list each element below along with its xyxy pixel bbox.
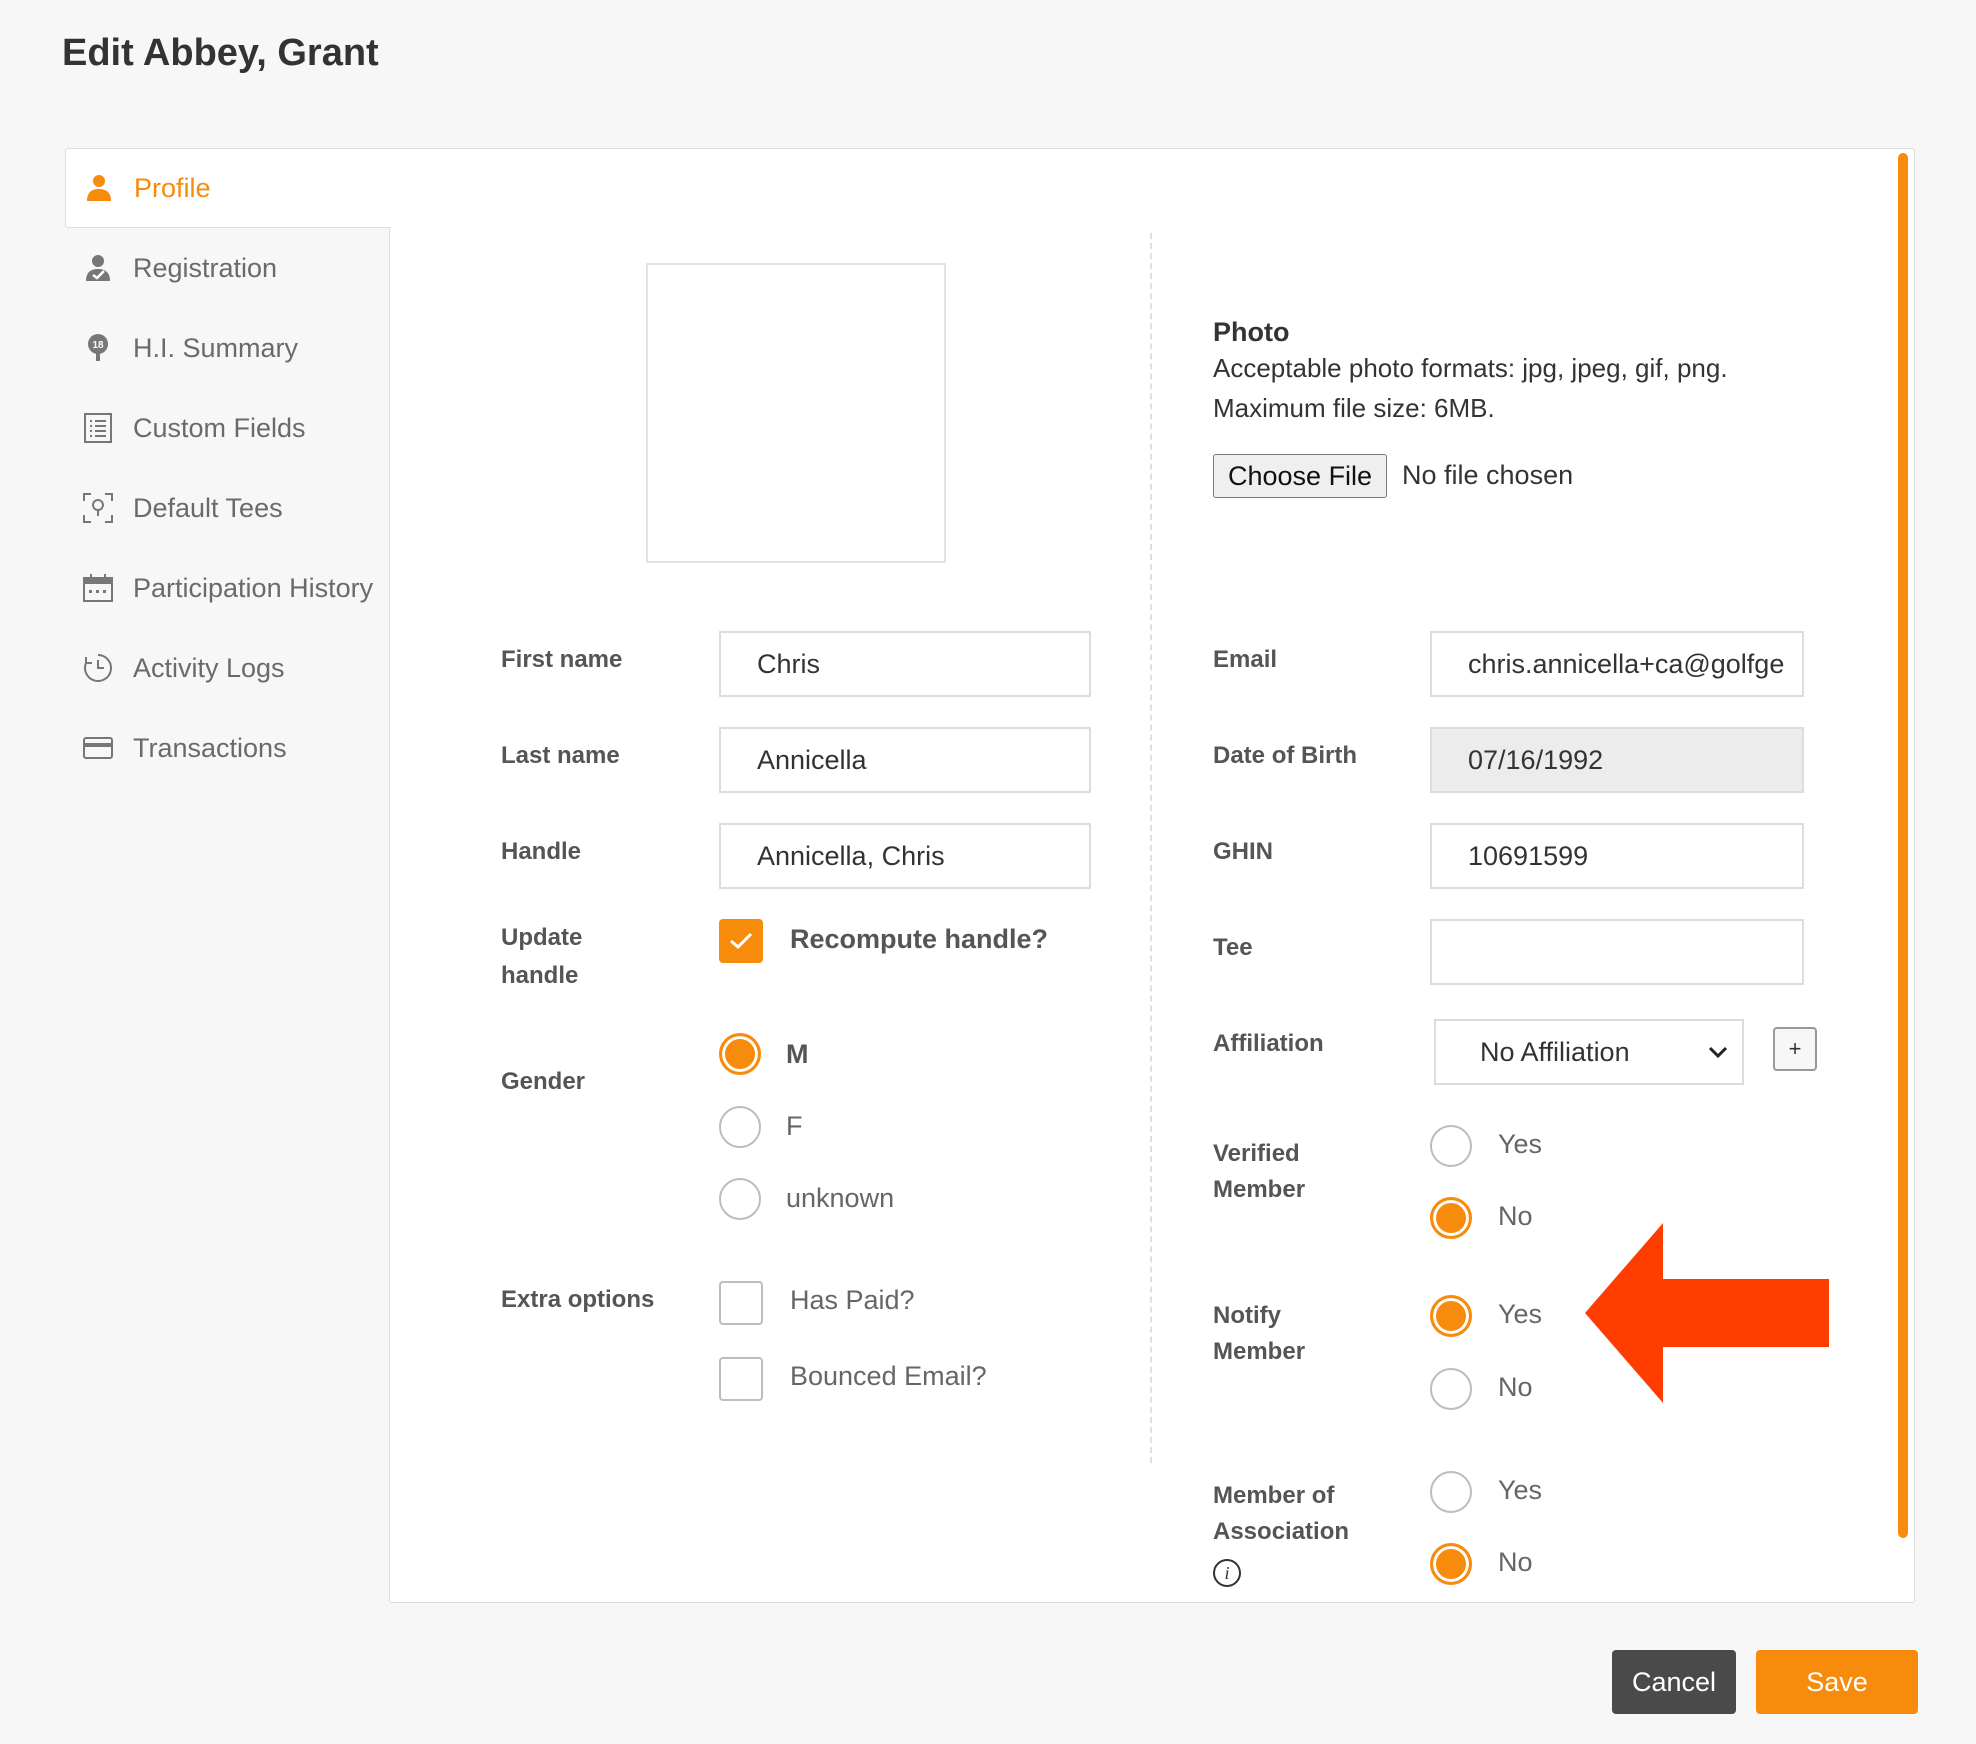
update-handle-label-line1: Update bbox=[501, 924, 583, 951]
user-check-icon bbox=[83, 253, 113, 283]
email-label: Email bbox=[1213, 646, 1278, 673]
notify-member-radio-no[interactable] bbox=[1430, 1368, 1472, 1410]
gender-radio-unknown[interactable] bbox=[719, 1178, 761, 1220]
ghin-label: GHIN bbox=[1213, 838, 1273, 865]
column-divider bbox=[1150, 233, 1152, 1463]
check-icon bbox=[730, 932, 753, 950]
sidebar-item-custom-fields[interactable]: Custom Fields bbox=[65, 388, 390, 468]
gender-option-label: M bbox=[786, 1039, 809, 1069]
tee-input[interactable] bbox=[1430, 919, 1804, 985]
cancel-button[interactable]: Cancel bbox=[1612, 1650, 1736, 1714]
verified-member-yes-label: Yes bbox=[1498, 1129, 1543, 1159]
notify-member-label-line1: Notify bbox=[1213, 1302, 1281, 1329]
sidebar-item-default-tees[interactable]: Default Tees bbox=[65, 468, 390, 548]
dob-label: Date of Birth bbox=[1213, 742, 1357, 769]
tee-label: Tee bbox=[1213, 934, 1253, 961]
recompute-handle-checkbox[interactable] bbox=[719, 919, 763, 963]
page-title: Edit Abbey, Grant bbox=[62, 32, 379, 74]
info-icon[interactable]: i bbox=[1213, 1559, 1241, 1587]
sidebar-item-label: Participation History bbox=[133, 572, 374, 603]
sidebar-item-registration[interactable]: Registration bbox=[65, 228, 390, 308]
golf-ball-icon: 18 bbox=[83, 333, 113, 363]
chevron-down-icon bbox=[1708, 1046, 1728, 1058]
handle-label: Handle bbox=[501, 838, 582, 865]
affiliation-value: No Affiliation bbox=[1480, 1036, 1630, 1067]
sidebar-item-label: Custom Fields bbox=[133, 412, 306, 443]
sidebar-item-transactions[interactable]: Transactions bbox=[65, 708, 390, 788]
sidebar-item-activity-logs[interactable]: Activity Logs bbox=[65, 628, 390, 708]
sidebar-nav: Profile Registration 18 H.I. Summary Cus… bbox=[65, 148, 391, 788]
sidebar-item-label: Profile bbox=[134, 172, 211, 203]
sidebar-item-label: Transactions bbox=[133, 732, 287, 763]
notify-member-radio-yes[interactable] bbox=[1430, 1295, 1472, 1337]
recompute-handle-label: Recompute handle? bbox=[790, 924, 1049, 954]
affiliation-label: Affiliation bbox=[1213, 1030, 1324, 1057]
sidebar-item-profile[interactable]: Profile bbox=[65, 148, 391, 228]
photo-formats-text: Acceptable photo formats: jpg, jpeg, gif… bbox=[1213, 353, 1728, 383]
dob-input[interactable]: 07/16/1992 bbox=[1430, 727, 1804, 793]
verified-member-no-label: No bbox=[1498, 1201, 1533, 1231]
sidebar-item-hi-summary[interactable]: 18 H.I. Summary bbox=[65, 308, 390, 388]
affiliation-select[interactable]: No Affiliation bbox=[1434, 1019, 1744, 1085]
sidebar-item-label: Default Tees bbox=[133, 492, 283, 523]
notify-member-label-line2: Member bbox=[1213, 1338, 1306, 1365]
photo-max-size-text: Maximum file size: 6MB. bbox=[1213, 393, 1495, 423]
verified-member-radio-yes[interactable] bbox=[1430, 1125, 1472, 1167]
gender-radio-m[interactable] bbox=[719, 1033, 761, 1075]
photo-heading: Photo bbox=[1213, 317, 1290, 347]
first-name-label: First name bbox=[501, 646, 623, 673]
verified-member-radio-no[interactable] bbox=[1430, 1197, 1472, 1239]
member-of-association-label-line2: Association bbox=[1213, 1518, 1350, 1545]
association-radio-yes[interactable] bbox=[1430, 1471, 1472, 1513]
bounced-email-label: Bounced Email? bbox=[790, 1361, 987, 1391]
gender-label: Gender bbox=[501, 1068, 586, 1095]
verified-member-label-line2: Member bbox=[1213, 1176, 1306, 1203]
email-input[interactable]: chris.annicella+ca@golfge bbox=[1430, 631, 1804, 697]
gender-option-label: F bbox=[786, 1111, 803, 1141]
photo-preview bbox=[646, 263, 946, 563]
update-handle-label-line2: handle bbox=[501, 962, 579, 989]
sidebar-item-label: Registration bbox=[133, 252, 278, 283]
file-status: No file chosen bbox=[1402, 460, 1574, 490]
first-name-input[interactable]: Chris bbox=[719, 631, 1091, 697]
choose-file-button[interactable]: Choose File bbox=[1213, 454, 1388, 498]
association-yes-label: Yes bbox=[1498, 1475, 1543, 1505]
scrollbar[interactable] bbox=[1898, 153, 1908, 1538]
calendar-icon bbox=[83, 573, 113, 603]
sidebar-item-label: H.I. Summary bbox=[133, 332, 299, 363]
clock-icon bbox=[83, 653, 113, 683]
has-paid-label: Has Paid? bbox=[790, 1285, 915, 1315]
tee-marker-icon bbox=[83, 493, 113, 523]
notify-member-no-label: No bbox=[1498, 1372, 1533, 1402]
gender-radio-f[interactable] bbox=[719, 1106, 761, 1148]
sidebar-item-participation-history[interactable]: Participation History bbox=[65, 548, 390, 628]
verified-member-label-line1: Verified bbox=[1213, 1140, 1300, 1167]
last-name-input[interactable]: Annicella bbox=[719, 727, 1091, 793]
member-of-association-label-line1: Member of bbox=[1213, 1482, 1335, 1509]
credit-card-icon bbox=[83, 733, 113, 763]
has-paid-checkbox[interactable] bbox=[719, 1281, 763, 1325]
svg-text:18: 18 bbox=[92, 340, 104, 351]
association-radio-no[interactable] bbox=[1430, 1543, 1472, 1585]
handle-input[interactable]: Annicella, Chris bbox=[719, 823, 1091, 889]
gender-option-label: unknown bbox=[786, 1183, 895, 1213]
annotation-arrow-icon bbox=[1585, 1223, 1829, 1403]
save-button[interactable]: Save bbox=[1756, 1650, 1918, 1714]
notify-member-yes-label: Yes bbox=[1498, 1299, 1543, 1329]
last-name-label: Last name bbox=[501, 742, 620, 769]
list-icon bbox=[83, 413, 113, 443]
bounced-email-checkbox[interactable] bbox=[719, 1357, 763, 1401]
user-icon bbox=[84, 173, 114, 203]
add-affiliation-button[interactable]: + bbox=[1773, 1027, 1817, 1071]
association-no-label: No bbox=[1498, 1547, 1533, 1577]
sidebar-item-label: Activity Logs bbox=[133, 652, 285, 683]
extra-options-label: Extra options bbox=[501, 1286, 655, 1313]
ghin-input[interactable]: 10691599 bbox=[1430, 823, 1804, 889]
